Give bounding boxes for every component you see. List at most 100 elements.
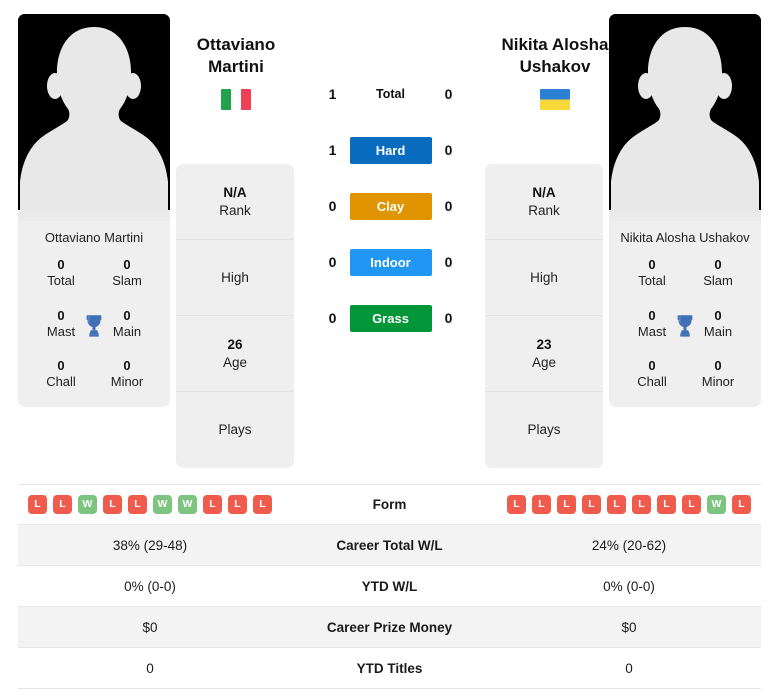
form-badge-loss: L xyxy=(657,495,676,514)
age-cell-left: 26 Age xyxy=(176,316,294,392)
h2h-row-indoor: 0 Indoor 0 xyxy=(296,234,485,290)
trophy-icon xyxy=(86,315,102,337)
player-title-left: Ottaviano Martini xyxy=(176,34,296,79)
head-to-head-surface-list: 1 Total 0 1 Hard 0 0 Clay 0 0 Indoor 0 0 xyxy=(296,14,485,346)
value-left: $0 xyxy=(142,619,158,635)
value-left: 0% (0-0) xyxy=(124,578,176,594)
rank-cell-right: N/A Rank xyxy=(485,164,603,240)
age-cell-right: 23 Age xyxy=(485,316,603,392)
form-badge-win: W xyxy=(707,495,726,514)
h2h-score-left: 1 xyxy=(328,142,337,158)
value-right: 0% (0-0) xyxy=(603,578,655,594)
person-silhouette-icon xyxy=(609,14,761,221)
title-stat: 0 Chall xyxy=(637,358,667,390)
high-rank-label: High xyxy=(530,269,558,285)
age-value: 23 xyxy=(536,336,552,352)
age-label: Age xyxy=(531,354,557,370)
plays-label: Plays xyxy=(527,422,561,438)
value-right: $0 xyxy=(621,619,637,635)
value-left: 0 xyxy=(146,660,154,676)
h2h-surface-badge-indoor[interactable]: Indoor xyxy=(349,248,432,276)
form-badge-loss: L xyxy=(607,495,626,514)
player-stats-table: LLWLLWWLLL Form LLLLLLLLWL 38% (29-48) C… xyxy=(18,484,761,689)
h2h-score-right: 0 xyxy=(444,310,453,326)
rank-value: N/A xyxy=(532,184,556,200)
h2h-surface-badge-hard[interactable]: Hard xyxy=(349,136,432,164)
titles-grid-left: 0 Total 0 Slam 0 Mast 0 Main 0 Chall 0 M… xyxy=(18,253,170,397)
form-badge-loss: L xyxy=(253,495,272,514)
row-label: Career Total W/L xyxy=(336,537,443,553)
value-left: 38% (29-48) xyxy=(112,537,188,553)
rank-label: Rank xyxy=(219,202,251,218)
form-badge-loss: L xyxy=(128,495,147,514)
h2h-score-right: 0 xyxy=(444,142,453,158)
player-title-line2: Ushakov xyxy=(519,57,591,77)
form-badge-loss: L xyxy=(632,495,651,514)
form-badge-loss: L xyxy=(203,495,222,514)
form-badge-loss: L xyxy=(557,495,576,514)
h2h-comparison-page: Ottaviano Martini 0 Total 0 Slam 0 Mast … xyxy=(0,0,779,699)
table-row-career-prize-money: $0 Career Prize Money $0 xyxy=(18,607,761,648)
form-badge-win: W xyxy=(178,495,197,514)
h2h-score-left: 0 xyxy=(328,198,337,214)
player-photo-card-left[interactable]: Ottaviano Martini 0 Total 0 Slam 0 Mast … xyxy=(18,14,170,407)
player-title-line1: Ottaviano xyxy=(196,35,276,54)
row-label: Form xyxy=(372,497,407,512)
high-rank-label: High xyxy=(221,269,249,285)
h2h-score-right: 0 xyxy=(444,254,453,270)
form-badge-loss: L xyxy=(732,495,751,514)
value-right: 0 xyxy=(625,660,633,676)
player-photo-right xyxy=(609,14,761,221)
title-stat: 0 Slam xyxy=(112,257,142,289)
player-info-card-left[interactable]: N/A Rank High 26 Age Plays xyxy=(176,164,294,468)
h2h-score-right: 0 xyxy=(444,86,453,102)
player-photo-left xyxy=(18,14,170,221)
plays-label: Plays xyxy=(218,422,252,438)
player-photo-card-right[interactable]: Nikita Alosha Ushakov 0 Total 0 Slam 0 M… xyxy=(609,14,761,407)
title-stat: 0 Slam xyxy=(703,257,733,289)
form-badge-loss: L xyxy=(28,495,47,514)
h2h-row-clay: 0 Clay 0 xyxy=(296,178,485,234)
plays-cell-left: Plays xyxy=(176,392,294,468)
player-heading-right: Nikita Alosha Ushakov xyxy=(485,14,625,110)
table-row-career-total-wl: 38% (29-48) Career Total W/L 24% (20-62) xyxy=(18,525,761,566)
trophy-icon xyxy=(677,315,693,337)
form-badge-loss: L xyxy=(53,495,72,514)
h2h-row-grass: 0 Grass 0 xyxy=(296,290,485,346)
titles-grid-right: 0 Total 0 Slam 0 Mast 0 Main 0 Chall 0 M… xyxy=(609,253,761,397)
player-info-card-right[interactable]: N/A Rank High 23 Age Plays xyxy=(485,164,603,468)
player-title-line2: Martini xyxy=(208,57,264,77)
form-badge-loss: L xyxy=(228,495,247,514)
player-title-right: Nikita Alosha Ushakov xyxy=(485,34,625,79)
form-badge-win: W xyxy=(153,495,172,514)
h2h-row-hard: 1 Hard 0 xyxy=(296,122,485,178)
form-strip-right: LLLLLLLLWL xyxy=(497,495,761,514)
high-rank-cell-left: High xyxy=(176,240,294,316)
h2h-score-left: 1 xyxy=(328,86,337,102)
h2h-surface-badge-clay[interactable]: Clay xyxy=(349,192,432,220)
table-row-ytd-titles: 0 YTD Titles 0 xyxy=(18,648,761,689)
title-stat: 0 Minor xyxy=(701,358,735,390)
high-rank-cell-right: High xyxy=(485,240,603,316)
row-label: Career Prize Money xyxy=(326,619,453,635)
form-badge-loss: L xyxy=(507,495,526,514)
h2h-surface-label: Total xyxy=(376,87,405,101)
table-row-form: LLWLLWWLLL Form LLLLLLLLWL xyxy=(18,484,761,525)
form-badge-loss: L xyxy=(103,495,122,514)
h2h-row-total: 1 Total 0 xyxy=(296,66,485,122)
age-value: 26 xyxy=(227,336,243,352)
italy-flag-icon xyxy=(221,88,251,110)
top-comparison-zone: Ottaviano Martini 0 Total 0 Slam 0 Mast … xyxy=(0,0,779,468)
rank-label: Rank xyxy=(528,202,560,218)
player-title-line1: Nikita Alosha xyxy=(501,35,609,54)
row-label: YTD W/L xyxy=(361,578,418,594)
title-stat: 0 Total xyxy=(47,257,75,289)
plays-cell-right: Plays xyxy=(485,392,603,468)
ukraine-flag-icon xyxy=(540,88,570,110)
rank-value: N/A xyxy=(223,184,247,200)
age-label: Age xyxy=(222,354,248,370)
form-badge-loss: L xyxy=(682,495,701,514)
h2h-surface-badge-grass[interactable]: Grass xyxy=(349,304,432,332)
h2h-score-right: 0 xyxy=(444,198,453,214)
h2h-score-left: 0 xyxy=(328,254,337,270)
